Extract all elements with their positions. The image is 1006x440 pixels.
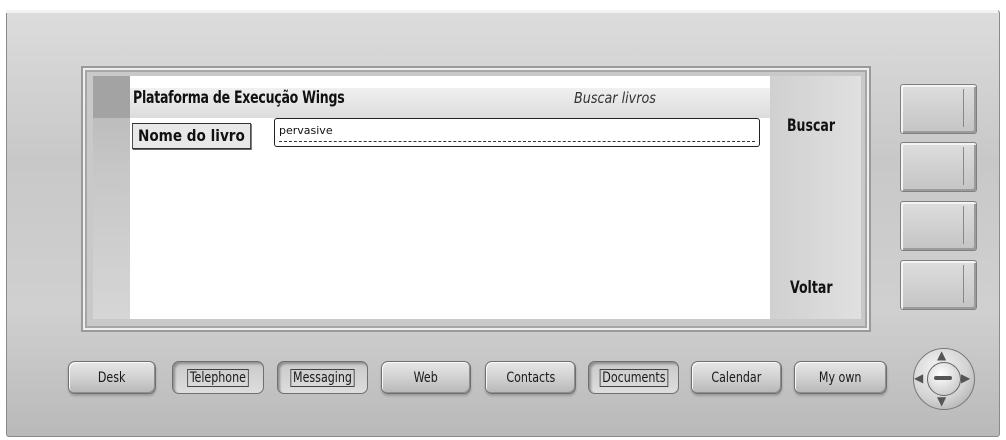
dpad-left-arrow-icon[interactable]: ◀ — [914, 372, 923, 384]
app-button-desk[interactable]: Desk — [68, 361, 156, 394]
book-name-label: Nome do livro — [132, 123, 251, 149]
dpad-right-arrow-icon[interactable]: ▶ — [961, 372, 970, 384]
app-button-telephone[interactable]: Telephone — [172, 361, 264, 394]
book-name-input[interactable]: pervasive — [274, 118, 760, 147]
softkey-button-4[interactable] — [900, 260, 977, 310]
app-button-messaging[interactable]: Messaging — [277, 361, 368, 394]
device-top-edge — [6, 10, 998, 13]
app-button-label: My own — [819, 369, 862, 386]
app-button-calendar[interactable]: Calendar — [691, 361, 782, 394]
book-name-value[interactable]: pervasive — [279, 124, 333, 137]
app-button-contacts[interactable]: Contacts — [485, 361, 576, 394]
app-button-documents[interactable]: Documents — [588, 361, 679, 394]
app-button-label: Contacts — [506, 369, 555, 386]
screen-title: Buscar livros — [574, 89, 656, 107]
app-button-label: Messaging — [290, 368, 355, 387]
dpad-up-arrow-icon[interactable]: ▲ — [937, 349, 946, 361]
softkey-button-2[interactable] — [900, 142, 977, 192]
dpad-center-bar-icon — [934, 376, 952, 380]
app-title: Plataforma de Execução Wings — [133, 88, 345, 108]
softkey-button-3[interactable] — [900, 201, 977, 251]
input-underline — [279, 141, 755, 142]
app-button-label: Telephone — [187, 368, 249, 387]
screen-left-accent-top — [93, 76, 130, 118]
dpad-down-arrow-icon[interactable]: ▼ — [937, 395, 946, 407]
app-button-label: Web — [413, 369, 439, 386]
back-softkey-label[interactable]: Voltar — [790, 278, 833, 298]
app-button-web[interactable]: Web — [381, 361, 471, 394]
app-button-label: Desk — [98, 369, 126, 386]
app-button-label: Documents — [599, 368, 668, 387]
app-button-my-own[interactable]: My own — [794, 361, 887, 394]
app-button-label: Calendar — [711, 369, 762, 386]
softkey-button-1[interactable] — [900, 84, 977, 134]
search-softkey-label[interactable]: Buscar — [787, 116, 835, 136]
